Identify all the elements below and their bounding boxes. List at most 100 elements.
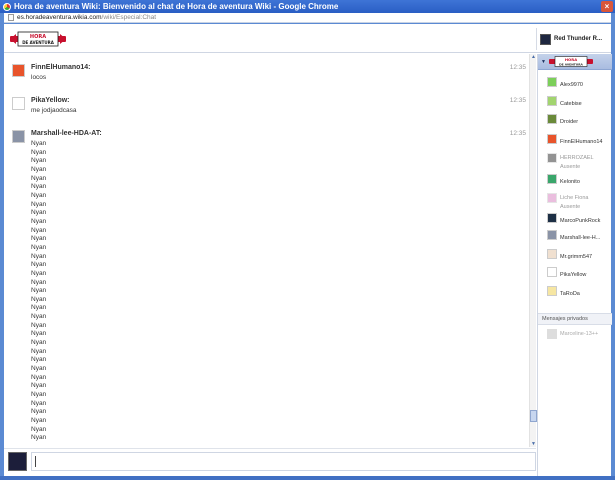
close-button[interactable]: × — [601, 1, 613, 12]
collapse-arrow-icon[interactable]: ▼ — [541, 59, 546, 65]
message-line: Nyan — [31, 356, 47, 364]
message-line: Nyan — [31, 417, 47, 424]
sidebar-user[interactable]: Kelonito — [547, 171, 611, 186]
user-avatar — [547, 113, 557, 124]
chat-window: HORA DE AVENTURA Red Thunder R... FinnEl… — [4, 24, 612, 476]
message-username[interactable]: Marshall-lee-HDA-AT: — [31, 130, 102, 137]
message-line: Nyan — [31, 261, 47, 269]
sidebar-user[interactable]: FinnElHumano14 — [547, 131, 611, 146]
message-username[interactable]: FinnElHumano14: — [31, 64, 91, 71]
my-avatar — [8, 452, 27, 471]
svg-text:HORA: HORA — [565, 57, 577, 62]
sidebar-user-name: Droider — [560, 118, 579, 125]
message-line: me jodjaodcasa — [31, 107, 77, 114]
private-messages-header: Mensajes privados — [538, 313, 612, 325]
user-avatar[interactable] — [12, 97, 25, 110]
message-line: Nyan — [31, 191, 47, 199]
message-line: Nyan — [31, 174, 47, 182]
message-line: Nyan — [31, 217, 47, 225]
message-body: locos — [31, 74, 46, 83]
scroll-down-icon[interactable]: ▼ — [530, 441, 537, 447]
message-line: Nyan — [31, 269, 47, 277]
message-line: Nyan — [31, 434, 47, 442]
chat-message: Marshall-lee-HDA-AT: 12:35 Nyan Nyan Nyan N… — [12, 130, 526, 447]
sidebar-user-name: Catebise — [560, 100, 582, 107]
sidebar-user[interactable]: Alex9970 — [547, 74, 611, 89]
current-user-name: Red Thunder R... — [554, 36, 602, 42]
text-caret — [35, 456, 36, 467]
sidebar-user-name: MarcoPunkRock — [560, 217, 601, 224]
sidebar-user[interactable]: Mr.grimm547 — [547, 246, 611, 261]
private-user[interactable]: Marceline-13++ — [547, 329, 598, 339]
user-avatar — [547, 133, 557, 144]
user-avatar — [547, 229, 557, 240]
sidebar-user-name: Kelonito — [560, 178, 580, 185]
message-line: Nyan — [31, 287, 47, 295]
address-bar[interactable]: es.horadeaventura.wikia.com/wiki/Especia… — [4, 13, 611, 23]
user-avatar[interactable] — [12, 64, 25, 77]
chat-message: FinnElHumano14: 12:35 locos — [12, 64, 526, 84]
message-line: Nyan — [31, 165, 47, 173]
sidebar-user[interactable]: HERROZAEL Ausente — [547, 150, 611, 170]
user-avatar — [547, 173, 557, 184]
chrome-icon — [3, 2, 11, 11]
message-line: Nyan — [31, 365, 47, 373]
scroll-up-icon[interactable]: ▲ — [530, 54, 537, 60]
sidebar-user-text: Droider — [560, 110, 578, 128]
sidebar-user[interactable]: Liche Fiona Ausente — [547, 190, 611, 210]
user-avatar — [547, 76, 557, 87]
message-time: 12:35 — [509, 64, 526, 71]
message-line: locos — [31, 74, 47, 81]
message-line: Nyan — [31, 295, 47, 303]
message-line: Nyan — [31, 183, 47, 191]
private-user-avatar — [547, 329, 557, 339]
svg-text:DE AVENTURA: DE AVENTURA — [559, 62, 583, 66]
scroll-thumb[interactable] — [530, 410, 537, 422]
user-avatar — [547, 152, 557, 163]
sidebar-user-name: Alex9970 — [560, 81, 583, 88]
sidebar-user[interactable]: TaRoDa — [547, 283, 611, 298]
message-body: me jodjaodcasa — [31, 107, 77, 116]
message-line: Nyan — [31, 373, 47, 381]
message-username[interactable]: PikaYellow: — [31, 97, 70, 104]
user-avatar — [547, 285, 557, 296]
sidebar-user-text: TaRoDa — [560, 282, 580, 300]
message-line: Nyan — [31, 425, 47, 433]
sidebar-user[interactable]: MarcoPunkRock — [547, 210, 611, 225]
message-line: Nyan — [31, 330, 47, 338]
chat-scrollbar[interactable]: ▲ ▼ — [529, 54, 537, 447]
sidebar-user-text: Mr.grimm547 — [560, 245, 592, 263]
wiki-logo[interactable]: HORA DE AVENTURA — [10, 31, 66, 47]
message-body: Nyan Nyan Nyan Nyan Nyan Nyan Nyan Nyan Nyan Nyan… — [31, 140, 46, 443]
sidebar-user-text: MarcoPunkRock — [560, 209, 600, 227]
sidebar-user-name: Marshall-lee-H... — [560, 234, 601, 241]
sidebar-user[interactable]: Catebise — [547, 93, 611, 108]
user-avatar — [547, 192, 557, 203]
sidebar-user[interactable]: PikaYellow — [547, 264, 611, 279]
room-header[interactable]: ▼ HORA DE AVENTURA — [538, 54, 612, 70]
message-line: Nyan — [31, 140, 47, 147]
user-avatar[interactable] — [12, 130, 25, 143]
user-avatar — [547, 266, 557, 277]
sidebar-user-text: Liche Fiona Ausente — [560, 186, 588, 210]
message-line: Nyan — [31, 339, 47, 347]
sidebar-user[interactable]: Droider — [547, 111, 611, 126]
sidebar-user-name: TaRoDa — [560, 290, 580, 297]
message-line: Nyan — [31, 157, 47, 165]
user-list-sidebar: ▼ HORA DE AVENTURA Alex9970 Catebise Droid… — [537, 54, 612, 476]
chat-log: FinnElHumano14: 12:35 locos PikaYellow: … — [4, 54, 536, 447]
message-line: Nyan — [31, 278, 47, 286]
sidebar-user-name: Mr.grimm547 — [560, 253, 593, 260]
message-line: Nyan — [31, 235, 47, 243]
current-user-avatar — [540, 33, 551, 45]
svg-text:DE AVENTURA: DE AVENTURA — [22, 40, 55, 45]
sidebar-user-text: HERROZAEL Ausente — [560, 146, 594, 170]
message-line: Nyan — [31, 391, 47, 399]
message-input[interactable] — [31, 452, 536, 471]
current-user-box[interactable]: Red Thunder R... — [536, 28, 611, 50]
window-title: Hora de aventura Wiki: Bienvenido al cha… — [14, 2, 339, 11]
message-line: Nyan — [31, 408, 47, 416]
message-line: Nyan — [31, 200, 47, 208]
chat-message: PikaYellow: 12:35 me jodjaodcasa — [12, 97, 526, 117]
sidebar-user[interactable]: Marshall-lee-H... — [547, 227, 611, 242]
